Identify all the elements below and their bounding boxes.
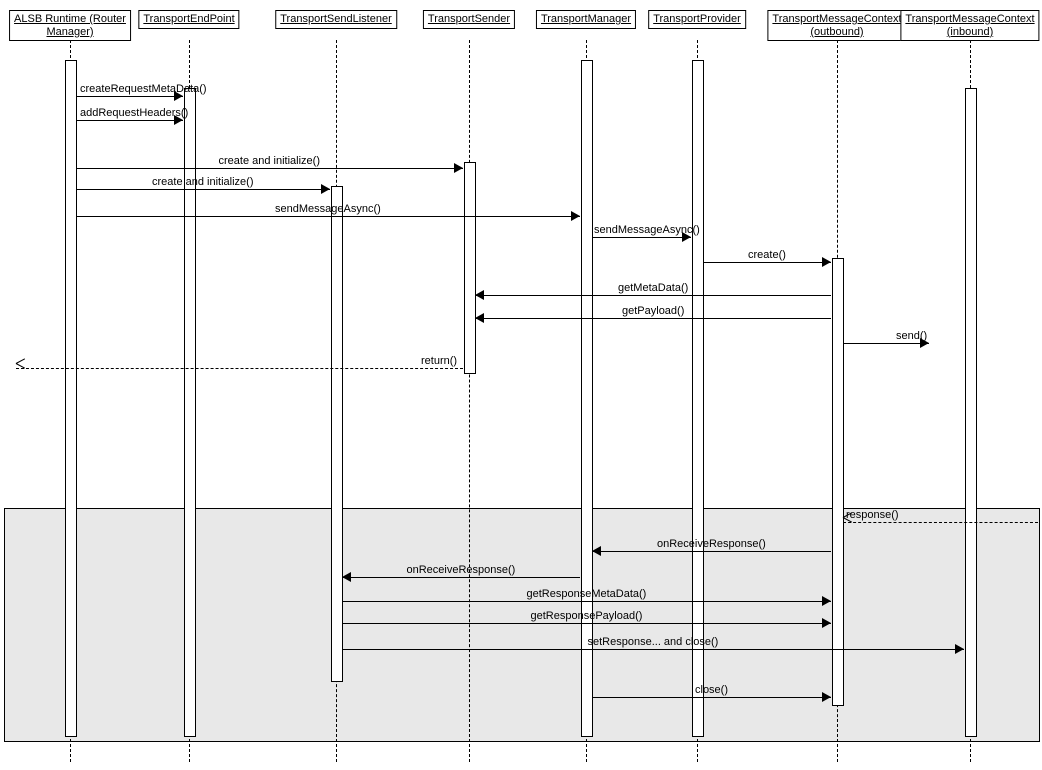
message-m_return <box>16 368 463 369</box>
sequence-diagram: ALSB Runtime (Router Manager) TransportEn… <box>0 0 1042 770</box>
participant-tm: TransportManager <box>536 10 636 29</box>
arrowhead <box>16 363 26 373</box>
message-label-m_getPayload: getPayload() <box>622 305 684 318</box>
message-m_getRPayload <box>342 623 831 624</box>
message-m_onRR1 <box>592 551 831 552</box>
arrowhead <box>342 572 351 582</box>
lifeline-ts <box>469 40 470 762</box>
message-label-m_response: response() <box>846 509 899 522</box>
participant-tmc_out: TransportMessageContext (outbound) <box>767 10 906 41</box>
message-m_sma2 <box>592 237 691 238</box>
message-label-m_getRPayload: getResponsePayload() <box>531 610 643 623</box>
message-label-m_ciTSL: create and initialize() <box>152 176 254 189</box>
message-label-m_close: close() <box>695 684 728 697</box>
arrowhead <box>822 692 831 702</box>
message-label-m_send: send() <box>896 330 927 343</box>
message-m_onRR2 <box>342 577 580 578</box>
message-m_ciTS <box>76 168 463 169</box>
message-label-m_createMeta: createRequestMetaData() <box>80 83 207 96</box>
message-m_send <box>843 343 929 344</box>
message-label-m_getRMeta: getResponseMetaData() <box>527 588 647 601</box>
message-m_createOut <box>703 262 831 263</box>
message-label-m_getMeta: getMetaData() <box>618 282 688 295</box>
message-label-m_setResp: setResponse... and close() <box>588 636 719 649</box>
arrowhead <box>822 618 831 628</box>
message-m_close <box>592 697 831 698</box>
arrowhead <box>571 211 580 221</box>
message-m_setResp <box>342 649 964 650</box>
activation-tmc_out <box>832 258 844 706</box>
participant-tp: TransportProvider <box>648 10 746 29</box>
message-m_addHeaders <box>76 120 183 121</box>
arrowhead <box>955 644 964 654</box>
message-m_getMeta <box>475 295 831 296</box>
arrowhead <box>454 163 463 173</box>
message-label-m_return: return() <box>421 355 457 368</box>
arrowhead <box>321 184 330 194</box>
message-m_createMeta <box>76 96 183 97</box>
arrowhead <box>822 596 831 606</box>
response-phase-box <box>4 508 1040 742</box>
participant-tep: TransportEndPoint <box>138 10 239 29</box>
participant-ts: TransportSender <box>423 10 515 29</box>
activation-tsl <box>331 186 343 682</box>
participant-alsb: ALSB Runtime (Router Manager) <box>9 10 131 41</box>
message-m_sma1 <box>76 216 580 217</box>
message-label-m_sma1: sendMessageAsync() <box>275 203 381 216</box>
message-label-m_onRR2: onReceiveResponse() <box>407 564 516 577</box>
message-m_getRMeta <box>342 601 831 602</box>
arrowhead <box>475 313 484 323</box>
message-m_ciTSL <box>76 189 330 190</box>
activation-ts <box>464 162 476 374</box>
message-m_response <box>843 522 1038 523</box>
activation-tmc_in <box>965 88 977 737</box>
message-m_getPayload <box>475 318 831 319</box>
arrowhead <box>822 257 831 267</box>
participant-tmc_in: TransportMessageContext (inbound) <box>900 10 1039 41</box>
message-label-m_onRR1: onReceiveResponse() <box>657 538 766 551</box>
message-label-m_createOut: create() <box>748 249 786 262</box>
participant-tsl: TransportSendListener <box>275 10 397 29</box>
activation-alsb <box>65 60 77 737</box>
message-label-m_sma2: sendMessageAsync() <box>594 224 700 237</box>
message-label-m_addHeaders: addRequestHeaders() <box>80 107 188 120</box>
message-label-m_ciTS: create and initialize() <box>219 155 321 168</box>
arrowhead <box>475 290 484 300</box>
arrowhead <box>592 546 601 556</box>
